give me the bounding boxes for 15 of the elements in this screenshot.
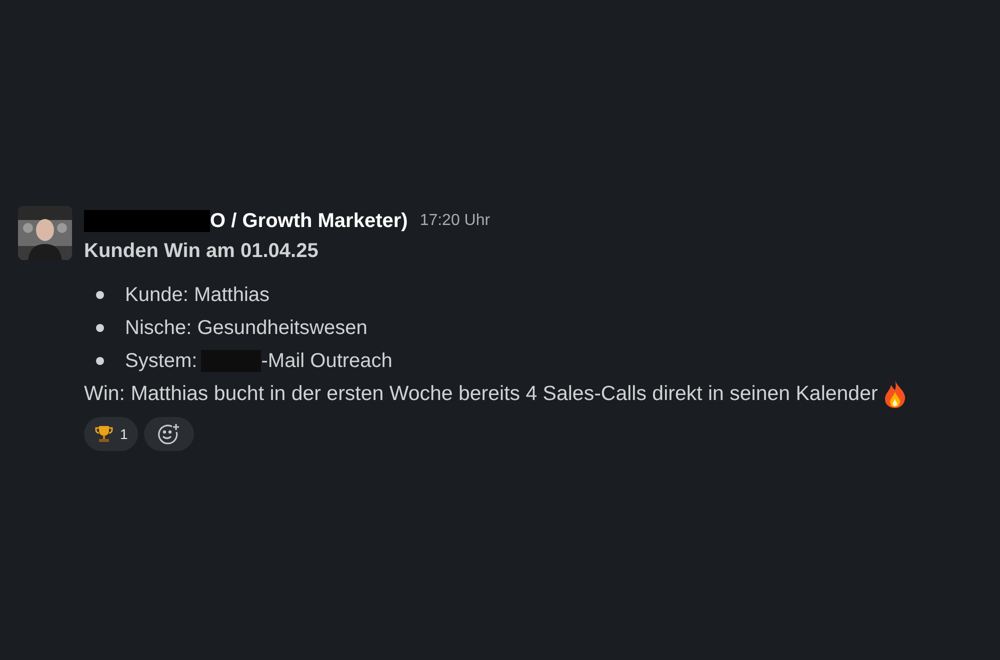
author-name[interactable]: O / Growth Marketer)	[210, 206, 408, 236]
timestamp[interactable]: 17:20 Uhr	[420, 209, 490, 233]
message-title: Kunden Win am 01.04.25	[84, 239, 320, 264]
trophy-icon	[94, 424, 114, 444]
bullet-icon	[96, 356, 104, 364]
add-emoji-icon	[156, 423, 181, 445]
add-reaction-button[interactable]	[144, 417, 194, 451]
list-item-text: -Mail Outreach	[261, 348, 392, 374]
message-text: Win: Matthias bucht in der ersten Woche bereits 4 Sales-Calls direkt in seinen Kalender	[84, 380, 878, 407]
reaction-pill[interactable]: 1	[84, 417, 138, 451]
bullet-icon	[96, 324, 104, 332]
list-item-text: System:	[125, 348, 198, 374]
bullet-icon	[96, 290, 104, 298]
list-item-text: Nische: Gesundheitswesen	[125, 316, 368, 340]
list-item-text: Kunde: Matthias	[125, 282, 270, 308]
